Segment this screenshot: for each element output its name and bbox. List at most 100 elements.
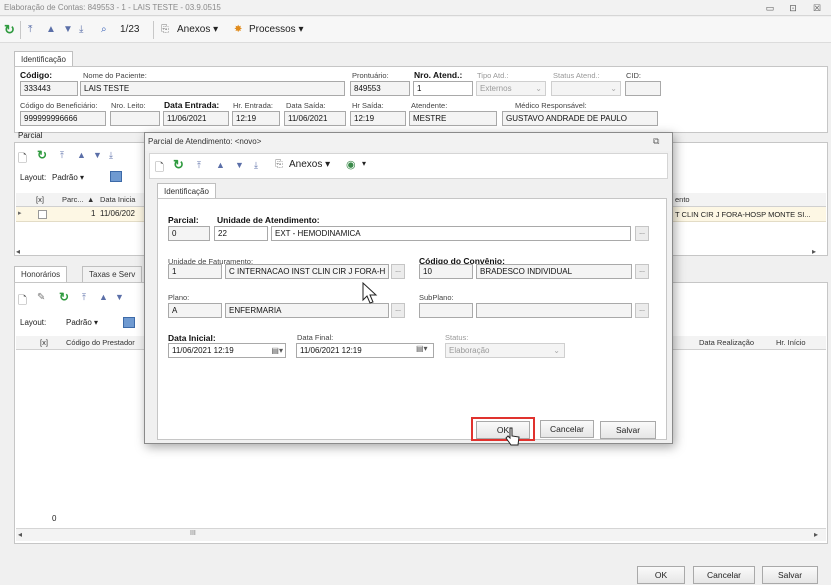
dialog-toolbar: 🗋 ↻ ⤒ ▲ ▼ ⤓ ⎘ Anexos ▾ ◉ ▾ <box>149 153 668 179</box>
status-select[interactable]: Elaboração ⌄ <box>445 343 565 358</box>
data-inicial-field[interactable]: 11/06/2021 12:19 ▤▾ <box>168 343 286 358</box>
status-atend-select[interactable]: ⌄ <box>551 81 621 96</box>
plano-lookup-button[interactable]: ... <box>391 303 405 318</box>
nro-leito-field[interactable] <box>110 111 160 126</box>
unidade-atendimento-desc-field[interactable]: EXT - HEMODINAMICA <box>271 226 631 241</box>
first-record-icon[interactable]: ⤒ <box>28 20 32 40</box>
parcial-section-title: Parcial <box>18 131 43 140</box>
honorarios-layout-save-icon[interactable] <box>123 317 135 328</box>
main-cancelar-button[interactable]: Cancelar <box>693 566 755 584</box>
dialog-next-icon[interactable]: ▼ <box>235 160 244 170</box>
data-saida-field[interactable]: 11/06/2021 <box>284 111 346 126</box>
dialog-paperclip-icon: ⎘ <box>275 159 283 170</box>
dialog-anexos-menu[interactable]: Anexos ▾ <box>289 159 330 170</box>
codigo-field[interactable]: 333443 <box>20 81 78 96</box>
parcial-first-icon[interactable]: ⤒ <box>60 150 64 161</box>
atendente-field[interactable]: MESTRE <box>409 111 497 126</box>
dialog-salvar-button[interactable]: Salvar <box>600 421 656 439</box>
processos-menu[interactable]: Processos ▾ <box>249 20 304 40</box>
tipo-atd-select[interactable]: Externos ⌄ <box>476 81 546 96</box>
codigo-convenio-desc-field[interactable]: BRADESCO INDIVIDUAL <box>476 264 632 279</box>
previous-record-icon[interactable]: ▲ <box>46 20 56 40</box>
tab-taxas-servicos[interactable]: Taxas e Serv <box>82 266 143 282</box>
hr-entrada-field[interactable]: 12:19 <box>232 111 280 126</box>
honorarios-prev-icon[interactable]: ▲ <box>99 292 108 302</box>
tab-identificacao[interactable]: Identificação <box>14 51 73 67</box>
tab-honorarios[interactable]: Honorários <box>14 266 68 282</box>
dialog-globe-dropdown[interactable]: ▾ <box>362 159 366 168</box>
codigo-convenio-lookup-button[interactable]: ... <box>635 264 649 279</box>
dialog-maximize-icon[interactable]: ⧉ <box>653 136 659 147</box>
codigo-convenio-code-field[interactable]: 10 <box>419 264 473 279</box>
nro-atend-field[interactable]: 1 <box>413 81 473 96</box>
medico-label: Médico Responsável: <box>515 101 587 110</box>
hr-saida-field[interactable]: 12:19 <box>350 111 406 126</box>
honorarios-next-icon[interactable]: ▼ <box>115 292 124 302</box>
dialog-new-icon[interactable]: 🗋 <box>155 159 164 178</box>
unidade-faturamento-desc-field[interactable]: C INTERNACAO INST CLIN CIR J FORA-H <box>225 264 389 279</box>
unidade-atendimento-code-field[interactable]: 22 <box>214 226 268 241</box>
search-binoculars-icon[interactable]: ⌕ <box>101 20 107 40</box>
dialog-tab-identificacao[interactable]: Identificação <box>157 183 216 199</box>
table-row-right[interactable]: T CLIN CIR J FORA-HOSP MONTE SI... <box>673 207 826 222</box>
new-document-icon[interactable]: 🗋 <box>18 150 27 169</box>
dialog-prev-icon[interactable]: ▲ <box>216 160 225 170</box>
dialog-ok-button[interactable]: OK <box>476 421 530 439</box>
atendente-label: Atendente: <box>411 101 448 110</box>
data-final-calendar-icon[interactable]: ▤▾ <box>416 344 428 353</box>
prontuario-field[interactable]: 849553 <box>350 81 410 96</box>
dialog-globe-icon[interactable]: ◉ <box>346 158 356 171</box>
honorarios-layout-select[interactable]: Padrão ▾ <box>66 318 98 327</box>
parcial-field[interactable]: 0 <box>168 226 210 241</box>
subplano-code-field[interactable] <box>419 303 473 318</box>
honorarios-new-icon[interactable]: 🗋 <box>18 292 27 311</box>
dialog-first-icon[interactable]: ⤒ <box>197 160 201 171</box>
unidade-faturamento-lookup-button[interactable]: ... <box>391 264 405 279</box>
honorarios-grid-header-right: Data Realização Hr. Início <box>673 336 826 350</box>
data-inicial-label: Data Inicial: <box>168 333 216 343</box>
plano-code-field[interactable]: A <box>168 303 222 318</box>
prontuario-label: Prontuário: <box>352 71 389 80</box>
scroll-left-icon[interactable]: ◂ <box>16 247 20 256</box>
honorarios-refresh-icon[interactable]: ↻ <box>59 290 69 304</box>
data-entrada-field[interactable]: 11/06/2021 <box>163 111 229 126</box>
minimize-button[interactable]: ▭ <box>763 1 777 15</box>
main-salvar-button[interactable]: Salvar <box>762 566 818 584</box>
hr-saida-label: Hr Saída: <box>352 101 384 110</box>
anexos-menu[interactable]: Anexos ▾ <box>177 20 218 40</box>
next-record-icon[interactable]: ▼ <box>63 20 73 40</box>
honorarios-first-icon[interactable]: ⤒ <box>82 292 86 303</box>
cid-field[interactable] <box>625 81 661 96</box>
subplano-lookup-button[interactable]: ... <box>635 303 649 318</box>
last-record-icon[interactable]: ⤓ <box>79 20 83 40</box>
dialog-refresh-icon[interactable]: ↻ <box>173 157 184 173</box>
hand-cursor-icon <box>505 427 520 446</box>
data-final-label: Data Final: <box>297 333 334 342</box>
row-checkbox[interactable] <box>38 210 47 219</box>
table-row[interactable]: ▸ 1 11/06/202 <box>16 207 144 222</box>
subplano-desc-field[interactable] <box>476 303 632 318</box>
scroll-right-icon[interactable]: ▸ <box>812 247 816 256</box>
dialog-cancelar-button[interactable]: Cancelar <box>540 420 594 438</box>
medico-field[interactable]: GUSTAVO ANDRADE DE PAULO <box>502 111 658 126</box>
layout-save-icon[interactable] <box>110 171 122 182</box>
parcial-last-icon[interactable]: ⤓ <box>109 150 113 161</box>
parcial-refresh-icon[interactable]: ↻ <box>37 148 47 162</box>
nome-paciente-field[interactable]: LAIS TESTE <box>80 81 345 96</box>
refresh-icon[interactable]: ↻ <box>4 20 15 40</box>
restore-button[interactable]: ⊡ <box>786 1 800 15</box>
unidade-atendimento-lookup-button[interactable]: ... <box>635 226 649 241</box>
horizontal-scrollbar[interactable]: ◂ III ▸ <box>16 528 826 541</box>
data-entrada-label: Data Entrada: <box>164 100 220 110</box>
dialog-last-icon[interactable]: ⤓ <box>254 160 258 171</box>
parcial-next-icon[interactable]: ▼ <box>93 150 102 160</box>
parcial-prev-icon[interactable]: ▲ <box>77 150 86 160</box>
unidade-faturamento-code-field[interactable]: 1 <box>168 264 222 279</box>
data-final-field[interactable]: 11/06/2021 12:19 <box>296 343 434 358</box>
parcial-layout-select[interactable]: Padrão ▾ <box>52 173 84 182</box>
close-window-button[interactable]: ☒ <box>810 1 824 15</box>
cod-beneficiario-field[interactable]: 999999996666 <box>20 111 106 126</box>
main-ok-button[interactable]: OK <box>637 566 685 584</box>
honorarios-edit-icon[interactable]: ✎ <box>37 292 45 303</box>
parcial-layout-label: Layout: <box>20 173 47 182</box>
